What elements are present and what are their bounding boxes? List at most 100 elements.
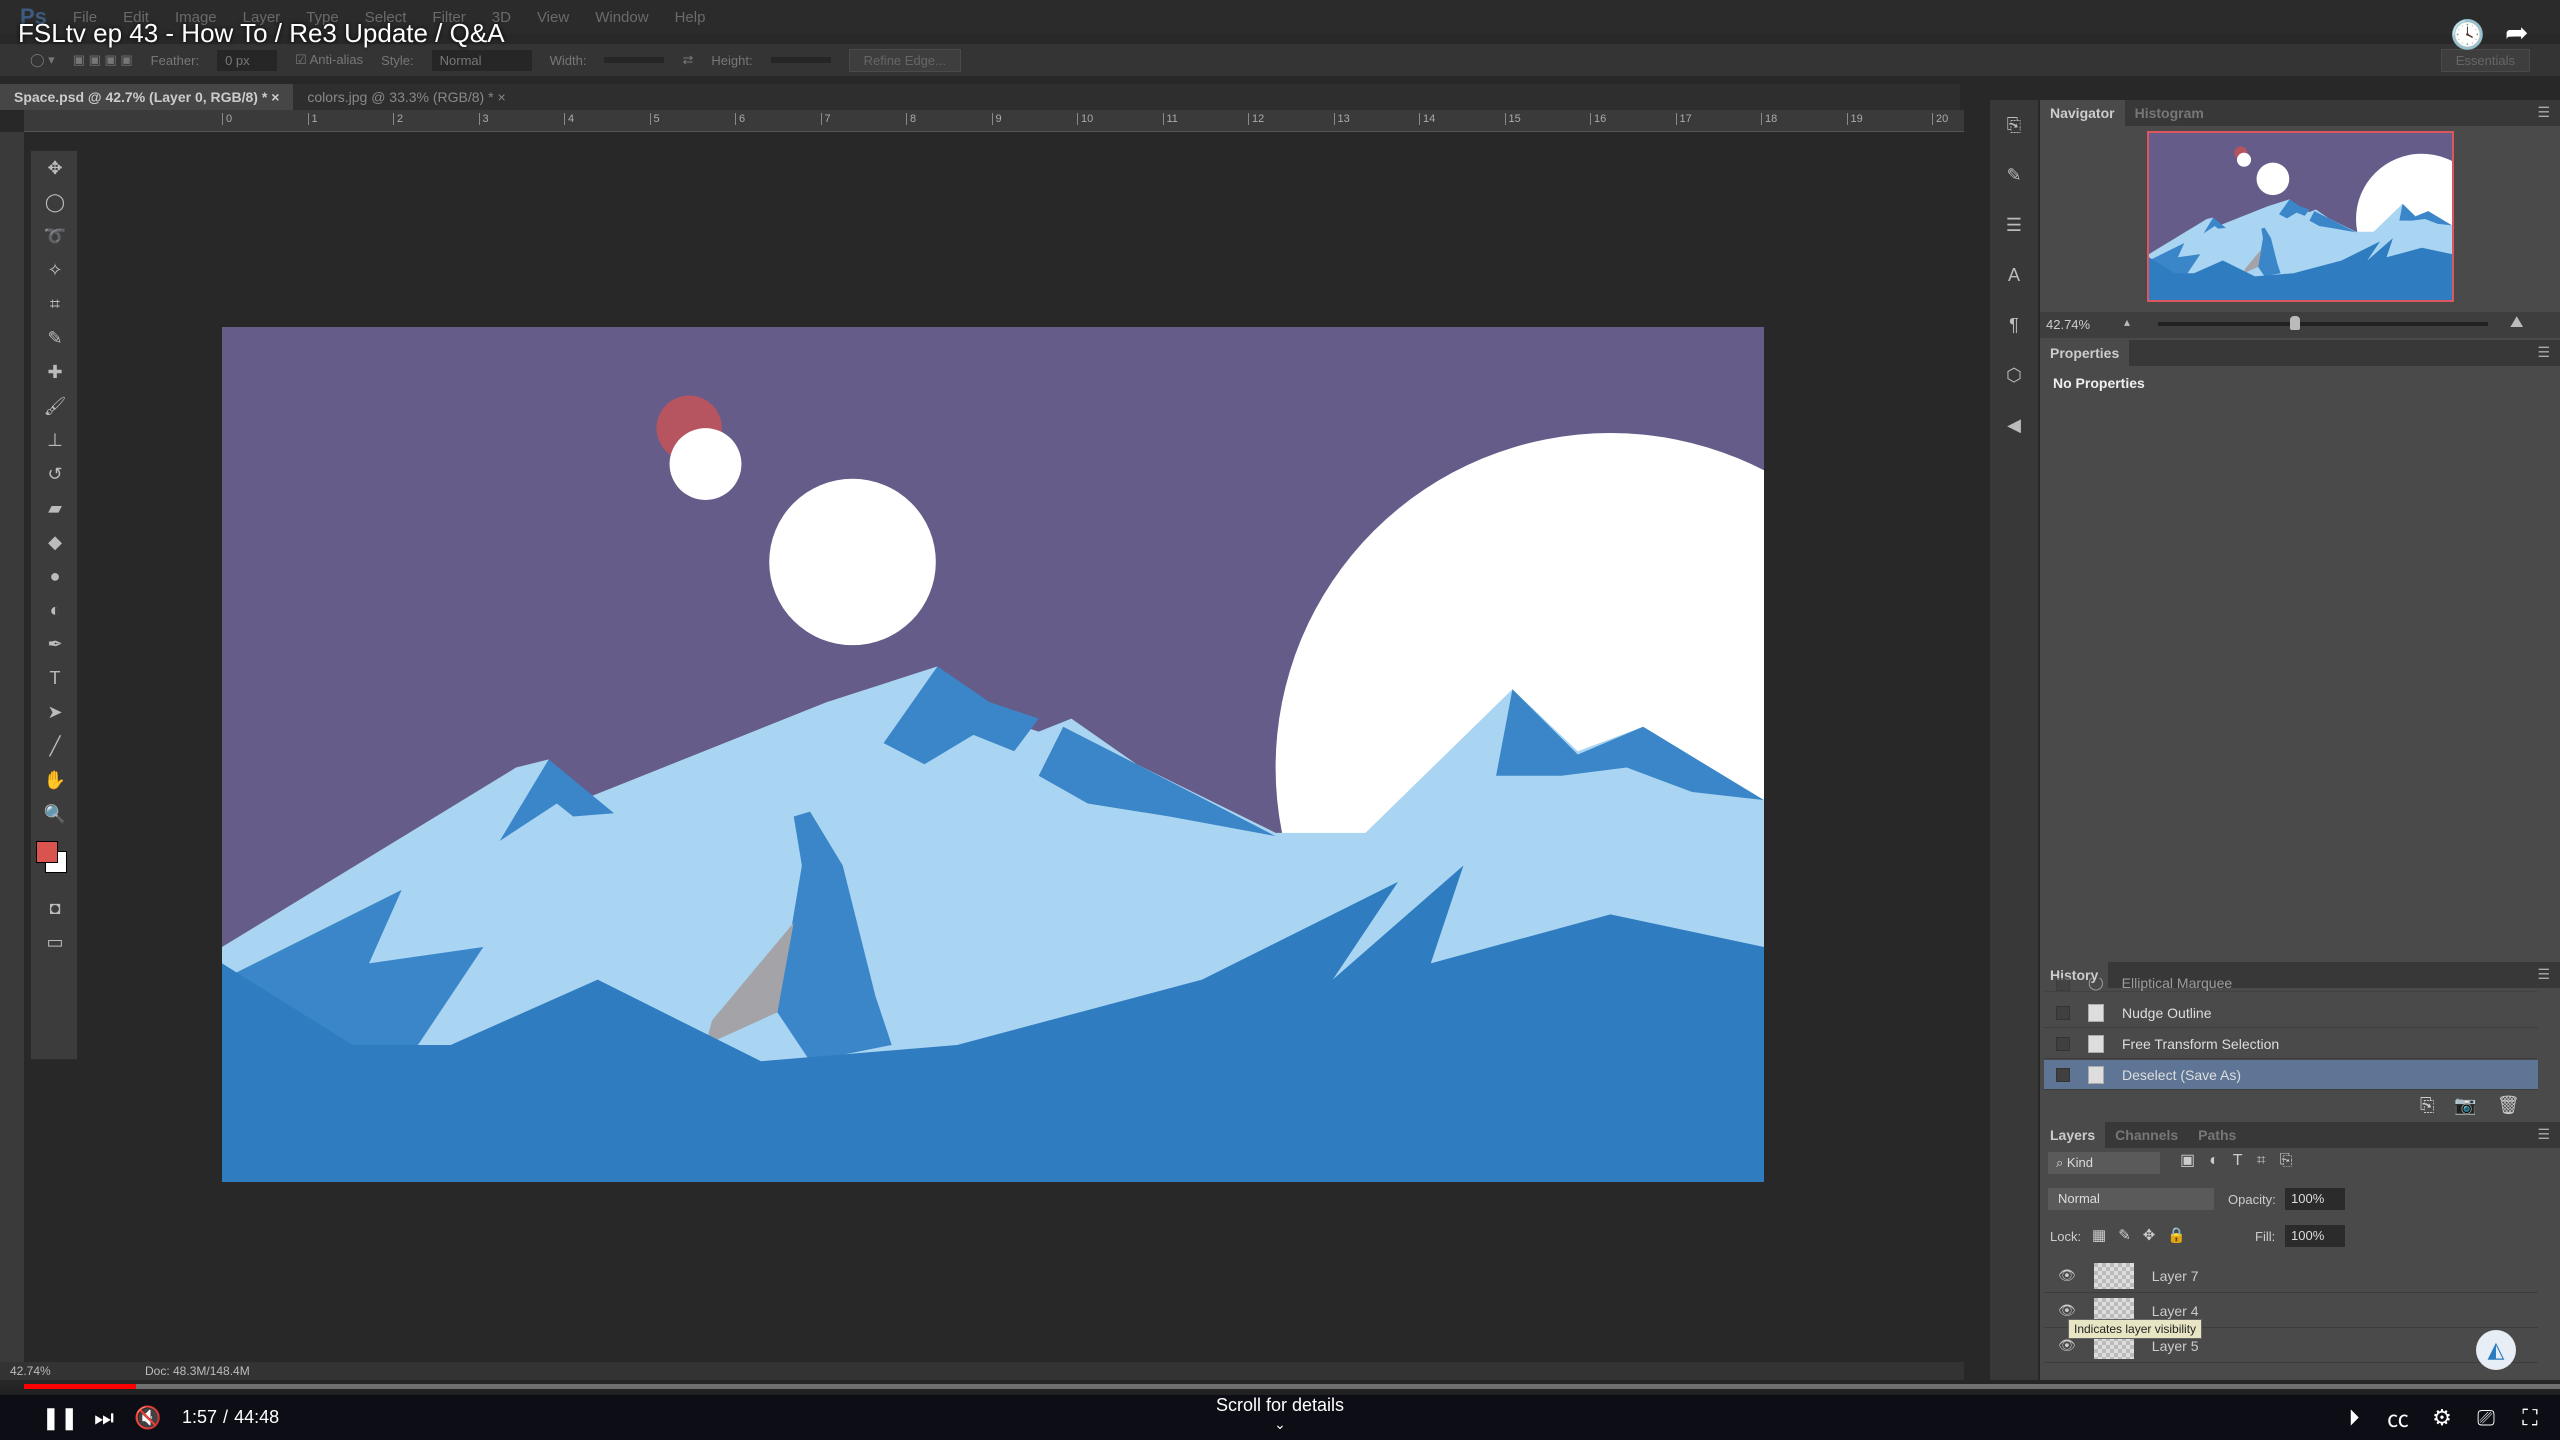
crop-tool-icon[interactable]: ⌗ xyxy=(31,287,79,321)
path-select-icon[interactable]: ➤ xyxy=(31,695,79,729)
panel-menu-icon[interactable]: ☰ xyxy=(2527,1122,2560,1148)
fullscreen-icon[interactable]: ⛶ xyxy=(2508,1405,2552,1431)
history-item[interactable]: Nudge Outline xyxy=(2044,998,2538,1028)
adjustment-filter-icon[interactable]: ◐ xyxy=(2209,1152,2233,1169)
video-progress-bar[interactable] xyxy=(24,1384,2560,1389)
menu-help[interactable]: Help xyxy=(675,9,706,26)
history-item[interactable]: ◯ Elliptical Marquee xyxy=(2044,978,2538,992)
dodge-tool-icon[interactable]: ◐ xyxy=(31,593,79,627)
close-icon[interactable]: × xyxy=(497,89,505,105)
eye-icon[interactable]: 👁 xyxy=(2058,1267,2076,1284)
menu-view[interactable]: View xyxy=(537,9,569,26)
shape-filter-icon[interactable]: ⌗ xyxy=(2257,1152,2280,1169)
snapshot-checkbox[interactable] xyxy=(2056,1067,2070,1082)
foreground-color-swatch[interactable] xyxy=(36,841,58,863)
type-tool-icon[interactable]: T xyxy=(31,661,79,695)
paragraph-icon[interactable]: ¶ xyxy=(1990,300,2038,350)
healing-brush-icon[interactable]: ✚ xyxy=(31,355,79,389)
adjustments-icon[interactable]: ☰ xyxy=(1990,200,2038,250)
lock-position-icon[interactable]: ✥ xyxy=(2143,1227,2168,1244)
color-swatches[interactable] xyxy=(31,831,77,891)
lock-all-icon[interactable]: 🔒 xyxy=(2167,1227,2198,1244)
settings-gear-icon[interactable]: ⚙ xyxy=(2420,1405,2464,1431)
ellipse-marquee-tool-icon[interactable]: ◯ xyxy=(31,185,79,219)
tab-navigator[interactable]: Navigator xyxy=(2040,100,2125,126)
tab-histogram[interactable]: Histogram xyxy=(2125,100,2214,126)
style-select[interactable]: Normal xyxy=(431,49,532,71)
workspace-select[interactable]: Essentials xyxy=(2440,48,2530,72)
line-tool-icon[interactable]: ╱ xyxy=(31,729,79,763)
navigator-zoom-value[interactable]: 42.74% xyxy=(2046,317,2090,332)
share-icon[interactable]: ➦ xyxy=(2505,16,2528,49)
ellipse-marquee-icon[interactable]: ◯ ▾ xyxy=(30,52,55,68)
video-title[interactable]: FSLtv ep 43 - How To / Re3 Update / Q&A xyxy=(18,18,505,49)
pause-icon[interactable]: ❚❚ xyxy=(38,1405,82,1431)
history-item[interactable]: Free Transform Selection xyxy=(2044,1029,2538,1059)
tab-channels[interactable]: Channels xyxy=(2105,1122,2188,1148)
history-brush-icon[interactable]: ↺ xyxy=(31,457,79,491)
tab-colors-jpg[interactable]: colors.jpg @ 33.3% (RGB/8) * × xyxy=(293,84,519,110)
cast-icon[interactable]: ⎚ xyxy=(2464,1405,2508,1431)
panel-menu-icon[interactable]: ☰ xyxy=(2527,340,2560,366)
antialias-checkbox[interactable]: ☑ Anti-alias xyxy=(295,52,363,68)
blur-tool-icon[interactable]: ● xyxy=(31,559,79,593)
width-input[interactable] xyxy=(604,57,665,63)
blend-mode-select[interactable]: Normal xyxy=(2048,1188,2214,1210)
history-item-selected[interactable]: Deselect (Save As) xyxy=(2044,1060,2538,1090)
history-panel-icon[interactable]: ⎘ xyxy=(1990,100,2038,150)
swap-icon[interactable]: ⇄ xyxy=(682,52,693,68)
move-tool-icon[interactable]: ✥ xyxy=(31,151,79,185)
brush-tool-icon[interactable]: 🖌 xyxy=(31,389,79,423)
eyedropper-icon[interactable]: ✎ xyxy=(31,321,79,355)
brush-presets-icon[interactable]: ✎ xyxy=(1990,150,2038,200)
smart-object-filter-icon[interactable]: ⎘ xyxy=(2280,1152,2307,1169)
tab-layers[interactable]: Layers xyxy=(2040,1122,2106,1148)
zoom-slider[interactable] xyxy=(2158,322,2488,326)
pixel-filter-icon[interactable]: ▣ xyxy=(2180,1152,2209,1169)
watch-later-icon[interactable]: 🕓 xyxy=(2450,18,2485,51)
menu-window[interactable]: Window xyxy=(595,9,648,26)
muted-volume-icon[interactable]: 🔇 xyxy=(126,1405,170,1431)
stamp-tool-icon[interactable]: ⊥ xyxy=(31,423,79,457)
pen-tool-icon[interactable]: ✒ xyxy=(31,627,79,661)
panel-menu-icon[interactable]: ☰ xyxy=(2527,100,2560,126)
eye-icon[interactable]: 👁 xyxy=(2058,1302,2076,1319)
tab-paths[interactable]: Paths xyxy=(2188,1122,2246,1148)
fill-input[interactable]: 100% xyxy=(2285,1225,2345,1247)
tab-space-psd[interactable]: Space.psd @ 42.7% (Layer 0, RGB/8) * × xyxy=(0,84,294,110)
next-icon[interactable]: ⏭ xyxy=(82,1405,126,1431)
captions-icon[interactable]: ㏄ xyxy=(2376,1402,2420,1434)
snapshot-checkbox[interactable] xyxy=(2056,978,2070,991)
scroll-for-details[interactable]: Scroll for details ⌄ xyxy=(1180,1395,1380,1433)
navigator-thumbnail[interactable] xyxy=(2147,131,2488,302)
magic-wand-icon[interactable]: ✧ xyxy=(31,253,79,287)
quick-mask-icon[interactable]: ◘ xyxy=(31,891,79,925)
feather-input[interactable]: 0 px xyxy=(217,49,278,71)
timeline-icon[interactable]: ◀ xyxy=(1990,400,2038,450)
close-icon[interactable]: × xyxy=(271,89,279,105)
layer-row[interactable]: 👁 Layer 7 xyxy=(2044,1259,2538,1293)
lock-pixels-icon[interactable]: ✎ xyxy=(2118,1227,2143,1244)
opacity-input[interactable]: 100% xyxy=(2285,1188,2345,1210)
3d-icon[interactable]: ⬡ xyxy=(1990,350,2038,400)
screen-mode-icon[interactable]: ▭ xyxy=(31,925,79,959)
trash-icon[interactable]: 🗑 xyxy=(2497,1095,2540,1115)
channel-watermark-logo[interactable]: ◭ xyxy=(2476,1330,2516,1370)
snapshot-checkbox[interactable] xyxy=(2056,1005,2070,1020)
selection-mode-icons[interactable]: ▣ ▣ ▣ ▣ xyxy=(73,52,133,68)
tab-properties[interactable]: Properties xyxy=(2040,340,2130,366)
lock-transparency-icon[interactable]: ▦ xyxy=(2092,1227,2118,1244)
zoom-out-icon[interactable]: ▴ xyxy=(2124,315,2130,329)
zoom-tool-icon[interactable]: 🔍 xyxy=(31,797,79,831)
new-document-icon[interactable]: ⎘ xyxy=(2420,1095,2454,1115)
character-icon[interactable]: A xyxy=(1990,250,2038,300)
hand-tool-icon[interactable]: ✋ xyxy=(31,763,79,797)
lasso-tool-icon[interactable]: ➰ xyxy=(31,219,79,253)
zoom-slider-handle[interactable] xyxy=(2290,316,2300,330)
zoom-in-icon[interactable]: ⛰ xyxy=(2510,314,2523,332)
paint-bucket-icon[interactable]: ◆ xyxy=(31,525,79,559)
autoplay-toggle-icon[interactable]: ⏵ xyxy=(2332,1405,2376,1431)
layer-filter-select[interactable]: ⌕ Kind xyxy=(2048,1152,2160,1174)
type-filter-icon[interactable]: T xyxy=(2233,1152,2257,1169)
height-input[interactable] xyxy=(770,57,831,63)
